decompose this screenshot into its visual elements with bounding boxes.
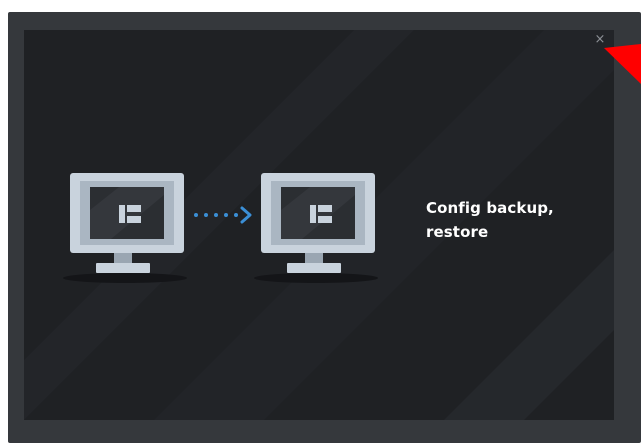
dotted-arrow-icon [194,206,252,224]
source-monitor-icon [63,173,187,283]
dialog-frame: Config backup, restore × [8,12,641,443]
target-monitor-icon [254,173,378,283]
red-pointer-icon [604,44,641,84]
dialog-caption: Config backup, restore [426,199,554,241]
dialog-panel: Config backup, restore × [24,30,614,420]
